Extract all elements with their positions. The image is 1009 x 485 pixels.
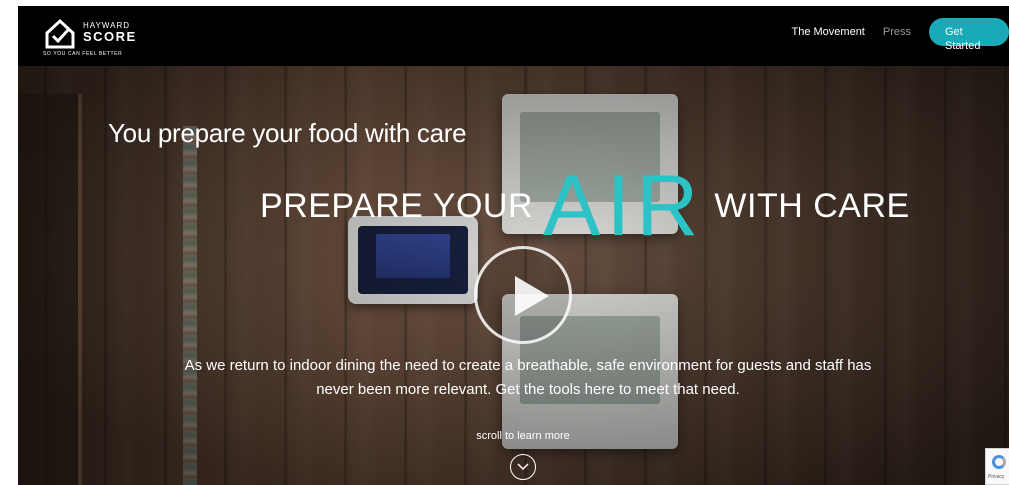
recaptcha-icon xyxy=(992,455,1006,469)
chevron-down-icon xyxy=(517,463,529,471)
play-video-button[interactable] xyxy=(474,246,572,344)
hero-heading-air: AIR xyxy=(543,158,705,254)
logo-tagline: SO YOU CAN FEEL BETTER xyxy=(43,51,123,57)
hero-description: As we return to indoor dining the need t… xyxy=(184,357,872,398)
hayward-score-logo[interactable]: HAYWARD SCORE SO YOU CAN FEEL BETTER xyxy=(43,17,163,57)
play-icon xyxy=(515,276,549,316)
main-nav: The Movement Press Get Started xyxy=(792,18,1009,52)
scroll-down-button[interactable] xyxy=(510,454,536,480)
nav-link-press[interactable]: Press xyxy=(883,26,911,38)
nav-link-the-movement[interactable]: The Movement xyxy=(792,26,865,38)
recaptcha-badge[interactable]: Privacy xyxy=(985,448,1009,485)
hero-heading-with-care: WITH CARE xyxy=(714,186,910,225)
scroll-to-learn-more-link[interactable]: scroll to learn more xyxy=(423,430,623,442)
get-started-button[interactable]: Get Started xyxy=(929,18,1009,52)
house-check-logo-icon xyxy=(45,18,75,49)
hero-heading-line1: You prepare your food with care xyxy=(108,118,467,148)
hero-heading-line2: PREPARE YOUR AIR WITH CARE xyxy=(260,161,910,251)
hero-heading-prepare-your: PREPARE YOUR xyxy=(260,186,534,225)
recaptcha-privacy-label: Privacy xyxy=(988,474,1005,480)
hero-video-section: You prepare your food with care PREPARE … xyxy=(18,66,1009,485)
logo-main-text: SCORE xyxy=(83,29,137,44)
site-header: HAYWARD SCORE SO YOU CAN FEEL BETTER The… xyxy=(18,6,1009,66)
